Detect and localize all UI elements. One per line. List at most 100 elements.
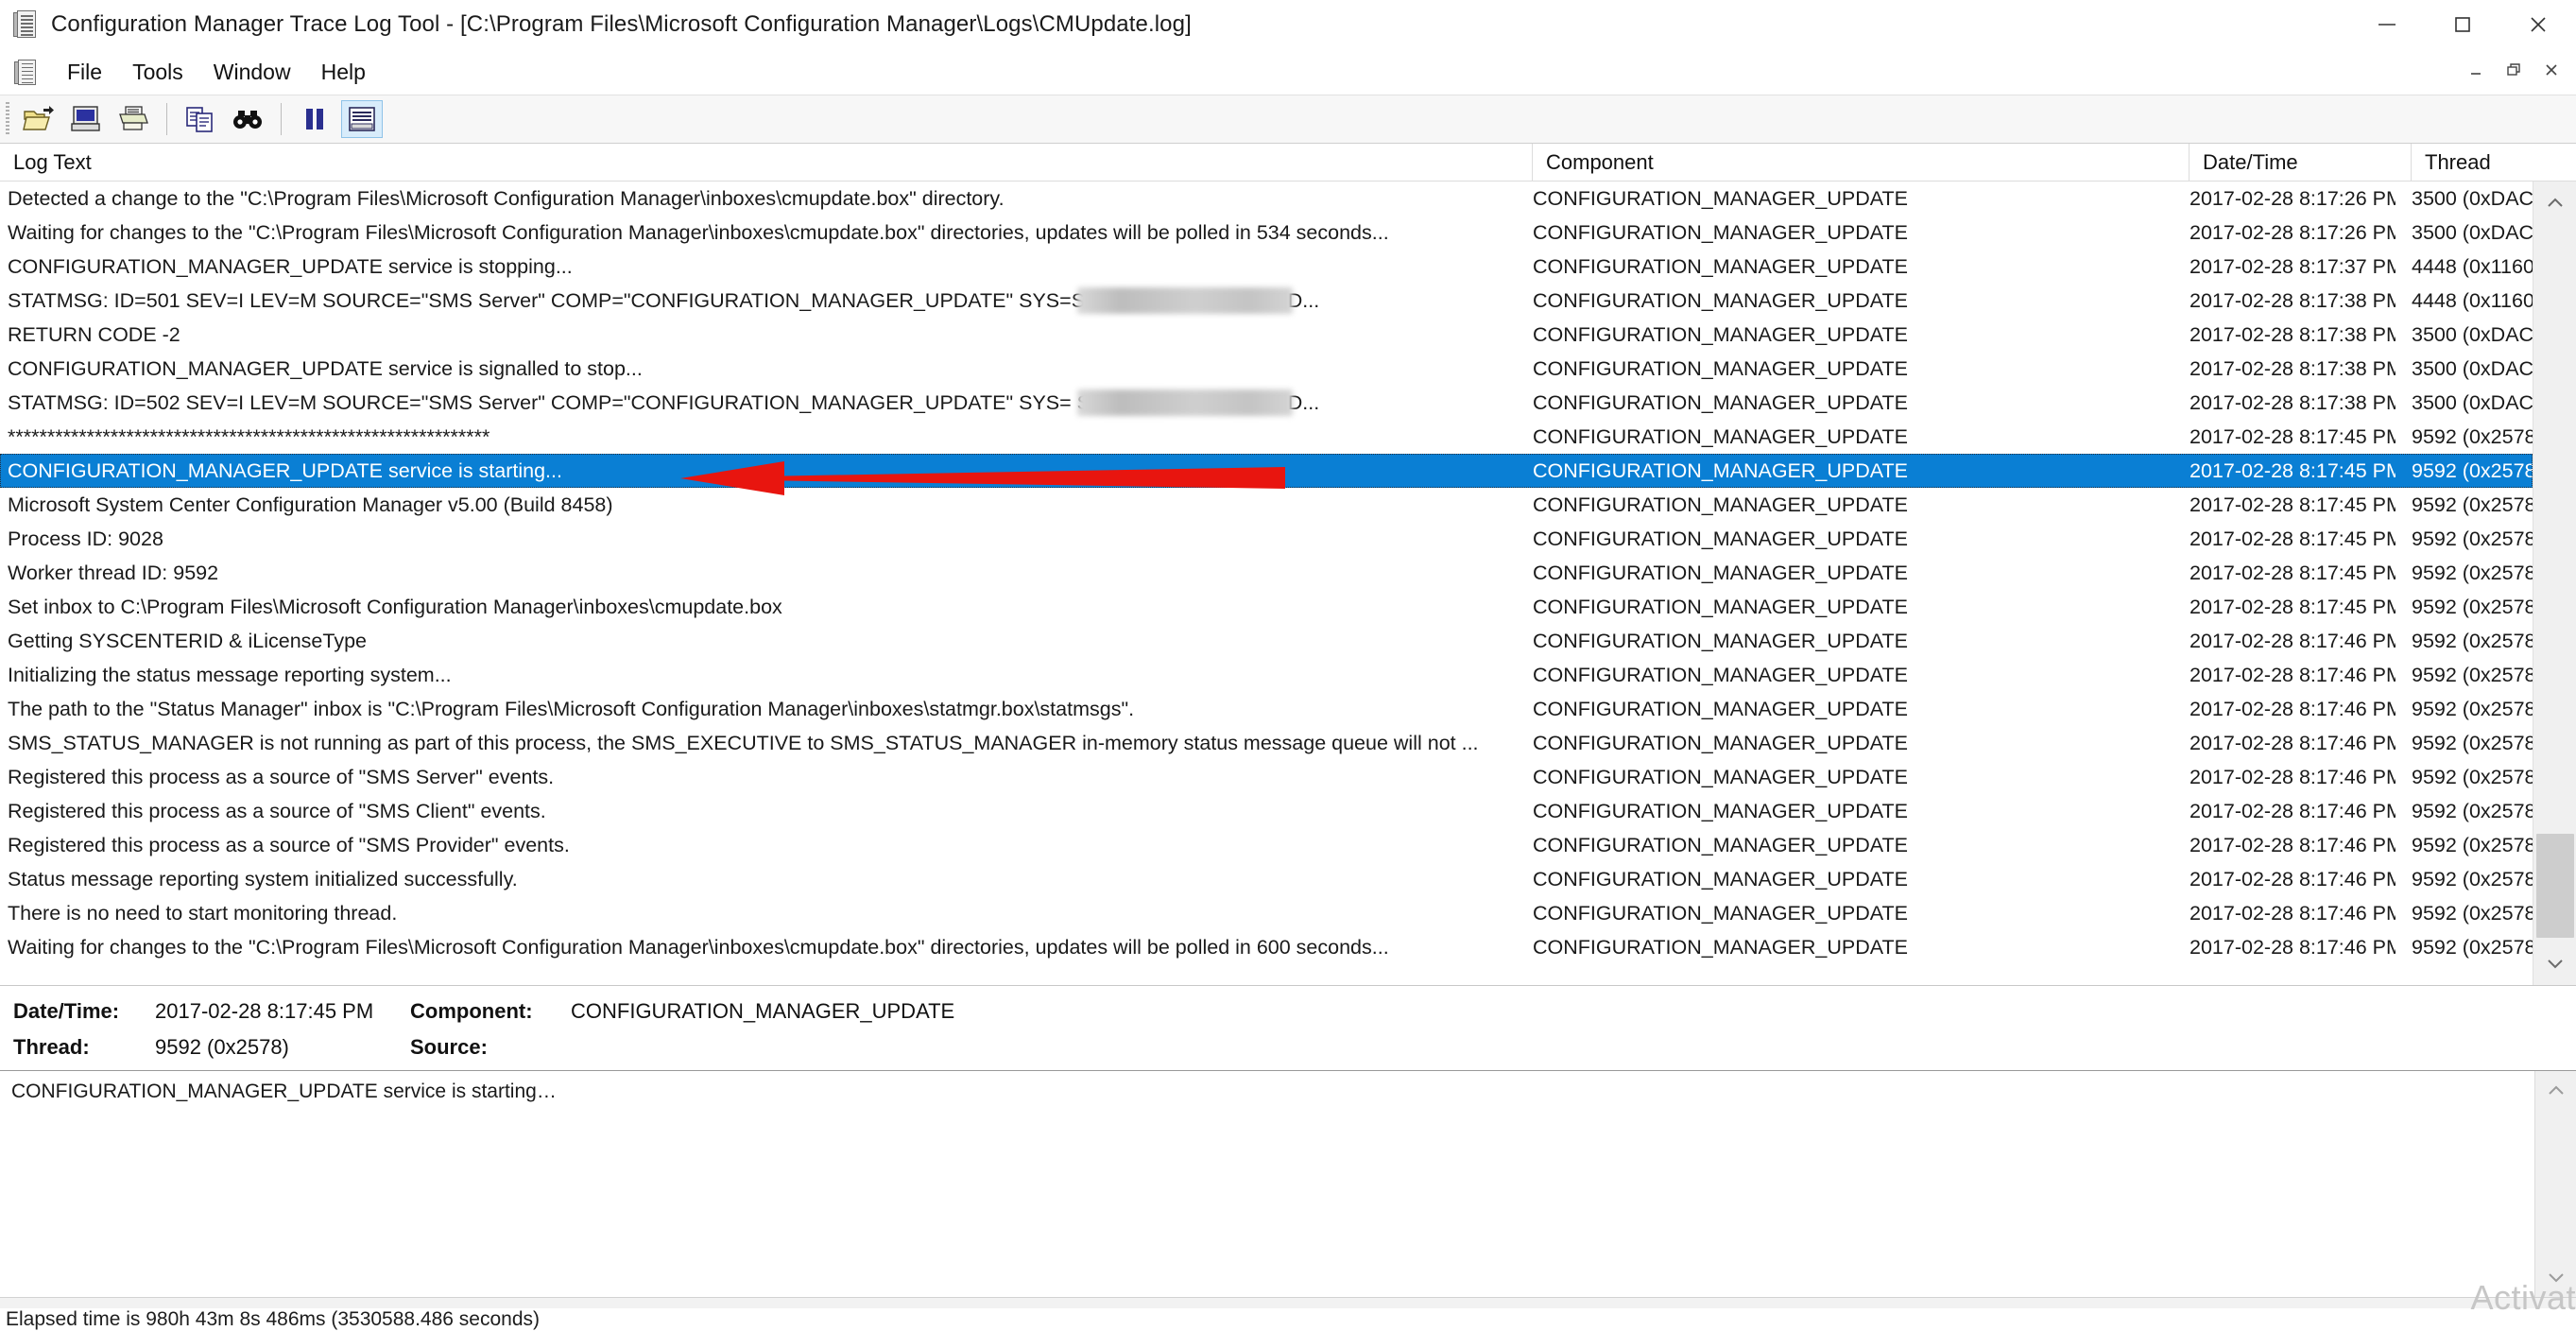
menu-item-help[interactable]: Help: [306, 56, 381, 89]
cell-component: CONFIGURATION_MANAGER_UPDATE: [1533, 868, 1908, 890]
cell-log-text: Getting SYSCENTERID & iLicenseType: [8, 630, 367, 652]
detail-thread-value: 9592 (0x2578): [155, 1035, 289, 1059]
pause-icon[interactable]: [294, 100, 335, 138]
table-row[interactable]: CONFIGURATION_MANAGER_UPDATE service is …: [0, 352, 2533, 386]
status-elapsed-time: Elapsed time is 980h 43m 8s 486ms (35305…: [6, 1308, 541, 1330]
cell-log-text: Microsoft System Center Configuration Ma…: [8, 493, 613, 516]
table-row[interactable]: Set inbox to C:\Program Files\Microsoft …: [0, 590, 2533, 624]
message-scroll-up-arrow-icon[interactable]: [2535, 1071, 2576, 1111]
cell-component: CONFIGURATION_MANAGER_UPDATE: [1533, 255, 1908, 278]
table-row[interactable]: STATMSG: ID=502 SEV=I LEV=M SOURCE="SMS …: [0, 386, 2533, 420]
scroll-up-arrow-icon[interactable]: [2533, 182, 2576, 225]
table-row[interactable]: The path to the "Status Manager" inbox i…: [0, 692, 2533, 726]
mdi-restore-button[interactable]: [2495, 54, 2533, 86]
cell-log-text: Process ID: 9028: [8, 527, 163, 550]
table-row[interactable]: Waiting for changes to the "C:\Program F…: [0, 216, 2533, 250]
cell-log-text: Worker thread ID: 9592: [8, 562, 219, 584]
toolbar: [0, 95, 2576, 144]
table-row[interactable]: Getting SYSCENTERID & iLicenseType CONFIG…: [0, 624, 2533, 658]
cell-date-time: 2017-02-28 8:17:38 PM: [2190, 289, 2396, 312]
table-row[interactable]: Detected a change to the "C:\Program Fil…: [0, 182, 2533, 216]
menu-item-file[interactable]: File: [52, 56, 117, 89]
cell-date-time: 2017-02-28 8:17:46 PM: [2190, 766, 2396, 788]
message-pane[interactable]: CONFIGURATION_MANAGER_UPDATE service is …: [0, 1070, 2576, 1297]
cell-component: CONFIGURATION_MANAGER_UPDATE: [1533, 493, 1908, 516]
cell-component: CONFIGURATION_MANAGER_UPDATE: [1533, 562, 1908, 584]
open-folder-icon[interactable]: [18, 100, 60, 138]
cell-thread: 4448 (0x1160): [2412, 289, 2533, 312]
table-row[interactable]: Microsoft System Center Configuration Ma…: [0, 488, 2533, 522]
table-row[interactable]: Worker thread ID: 9592 CONFIGURATION_MANA…: [0, 556, 2533, 590]
detail-datetime-label: Date/Time:: [13, 999, 120, 1023]
mdi-child-controls: [2457, 49, 2570, 91]
table-row[interactable]: Registered this process as a source of "…: [0, 760, 2533, 794]
table-row[interactable]: CONFIGURATION_MANAGER_UPDATE service is …: [0, 250, 2533, 284]
cell-log-text: RETURN CODE -2: [8, 323, 180, 346]
cell-component: CONFIGURATION_MANAGER_UPDATE: [1533, 527, 1908, 550]
list-scrollbar-thumb[interactable]: [2536, 834, 2574, 938]
scroll-down-arrow-icon[interactable]: [2533, 942, 2576, 985]
column-header-log-text[interactable]: Log Text: [0, 144, 1533, 182]
log-rows: Detected a change to the "C:\Program Fil…: [0, 182, 2533, 985]
detail-row-thread: Thread: 9592 (0x2578) Source:: [13, 1029, 954, 1065]
table-row[interactable]: Waiting for changes to the "C:\Program F…: [0, 930, 2533, 964]
window-controls: [2349, 0, 2576, 49]
column-header-thread[interactable]: Thread: [2412, 144, 2576, 182]
column-header-date-time[interactable]: Date/Time: [2190, 144, 2412, 182]
table-row[interactable]: STATMSG: ID=501 SEV=I LEV=M SOURCE="SMS …: [0, 284, 2533, 318]
mdi-close-button[interactable]: [2533, 54, 2570, 86]
message-horizontal-scrollbar[interactable]: [0, 1297, 2576, 1308]
detail-thread-label: Thread:: [13, 1035, 90, 1059]
menu-item-window[interactable]: Window: [198, 56, 306, 89]
cell-log-text: CONFIGURATION_MANAGER_UPDATE service is …: [8, 255, 573, 278]
table-row[interactable]: Registered this process as a source of "…: [0, 828, 2533, 862]
cell-thread: 4448 (0x1160): [2412, 255, 2533, 278]
column-header-component[interactable]: Component: [1533, 144, 2190, 182]
highlight-list-icon[interactable]: [341, 100, 383, 138]
table-row[interactable]: SMS_STATUS_MANAGER is not running as par…: [0, 726, 2533, 760]
cell-thread: 9592 (0x2578): [2412, 630, 2533, 652]
cell-date-time: 2017-02-28 8:17:26 PM: [2190, 221, 2396, 244]
copy-icon[interactable]: [180, 100, 221, 138]
cell-date-time: 2017-02-28 8:17:46 PM: [2190, 834, 2396, 856]
table-row[interactable]: CONFIGURATION_MANAGER_UPDATE service is …: [0, 454, 2533, 488]
monitor-icon[interactable]: [65, 100, 107, 138]
cell-component: CONFIGURATION_MANAGER_UPDATE: [1533, 766, 1908, 788]
toolbar-separator: [166, 103, 167, 135]
cell-thread: 3500 (0xDAC): [2412, 323, 2533, 346]
title-bar: Configuration Manager Trace Log Tool - […: [0, 0, 2576, 49]
table-row[interactable]: There is no need to start monitoring thr…: [0, 896, 2533, 930]
cell-date-time: 2017-02-28 8:17:45 PM: [2190, 562, 2396, 584]
minimize-button[interactable]: [2349, 0, 2425, 49]
toolbar-grip[interactable]: [6, 102, 9, 136]
table-row[interactable]: Registered this process as a source of "…: [0, 794, 2533, 828]
redacted-region: [1077, 389, 1293, 416]
cell-date-time: 2017-02-28 8:17:46 PM: [2190, 868, 2396, 890]
maximize-button[interactable]: [2425, 0, 2500, 49]
table-row[interactable]: ****************************************…: [0, 420, 2533, 454]
close-button[interactable]: [2500, 0, 2576, 49]
message-vertical-scrollbar[interactable]: [2534, 1071, 2576, 1297]
table-row[interactable]: Process ID: 9028 CONFIGURATION_MANAGER_UP…: [0, 522, 2533, 556]
mdi-minimize-button[interactable]: [2457, 54, 2495, 86]
cell-date-time: 2017-02-28 8:17:38 PM: [2190, 357, 2396, 380]
cell-log-text: Set inbox to C:\Program Files\Microsoft …: [8, 596, 782, 618]
menu-item-tools[interactable]: Tools: [117, 56, 198, 89]
cell-date-time: 2017-02-28 8:17:46 PM: [2190, 732, 2396, 754]
table-row[interactable]: Status message reporting system initiali…: [0, 862, 2533, 896]
list-header: Log Text Component Date/Time Thread: [0, 144, 2576, 182]
table-row[interactable]: Initializing the status message reportin…: [0, 658, 2533, 692]
cell-date-time: 2017-02-28 8:17:38 PM: [2190, 391, 2396, 414]
binoculars-find-icon[interactable]: [227, 100, 268, 138]
cell-thread: 9592 (0x2578): [2412, 800, 2533, 822]
cell-thread: 3500 (0xDAC): [2412, 221, 2533, 244]
cell-component: CONFIGURATION_MANAGER_UPDATE: [1533, 391, 1908, 414]
cell-component: CONFIGURATION_MANAGER_UPDATE: [1533, 323, 1908, 346]
detail-component-label: Component:: [410, 999, 533, 1023]
printer-icon[interactable]: [112, 100, 154, 138]
list-vertical-scrollbar[interactable]: [2533, 182, 2576, 985]
table-row[interactable]: RETURN CODE -2 CONFIGURATION_MANAGER_UPDA…: [0, 318, 2533, 352]
cell-component: CONFIGURATION_MANAGER_UPDATE: [1533, 902, 1908, 925]
cell-log-text: ****************************************…: [8, 425, 490, 448]
cell-thread: 9592 (0x2578): [2412, 732, 2533, 754]
